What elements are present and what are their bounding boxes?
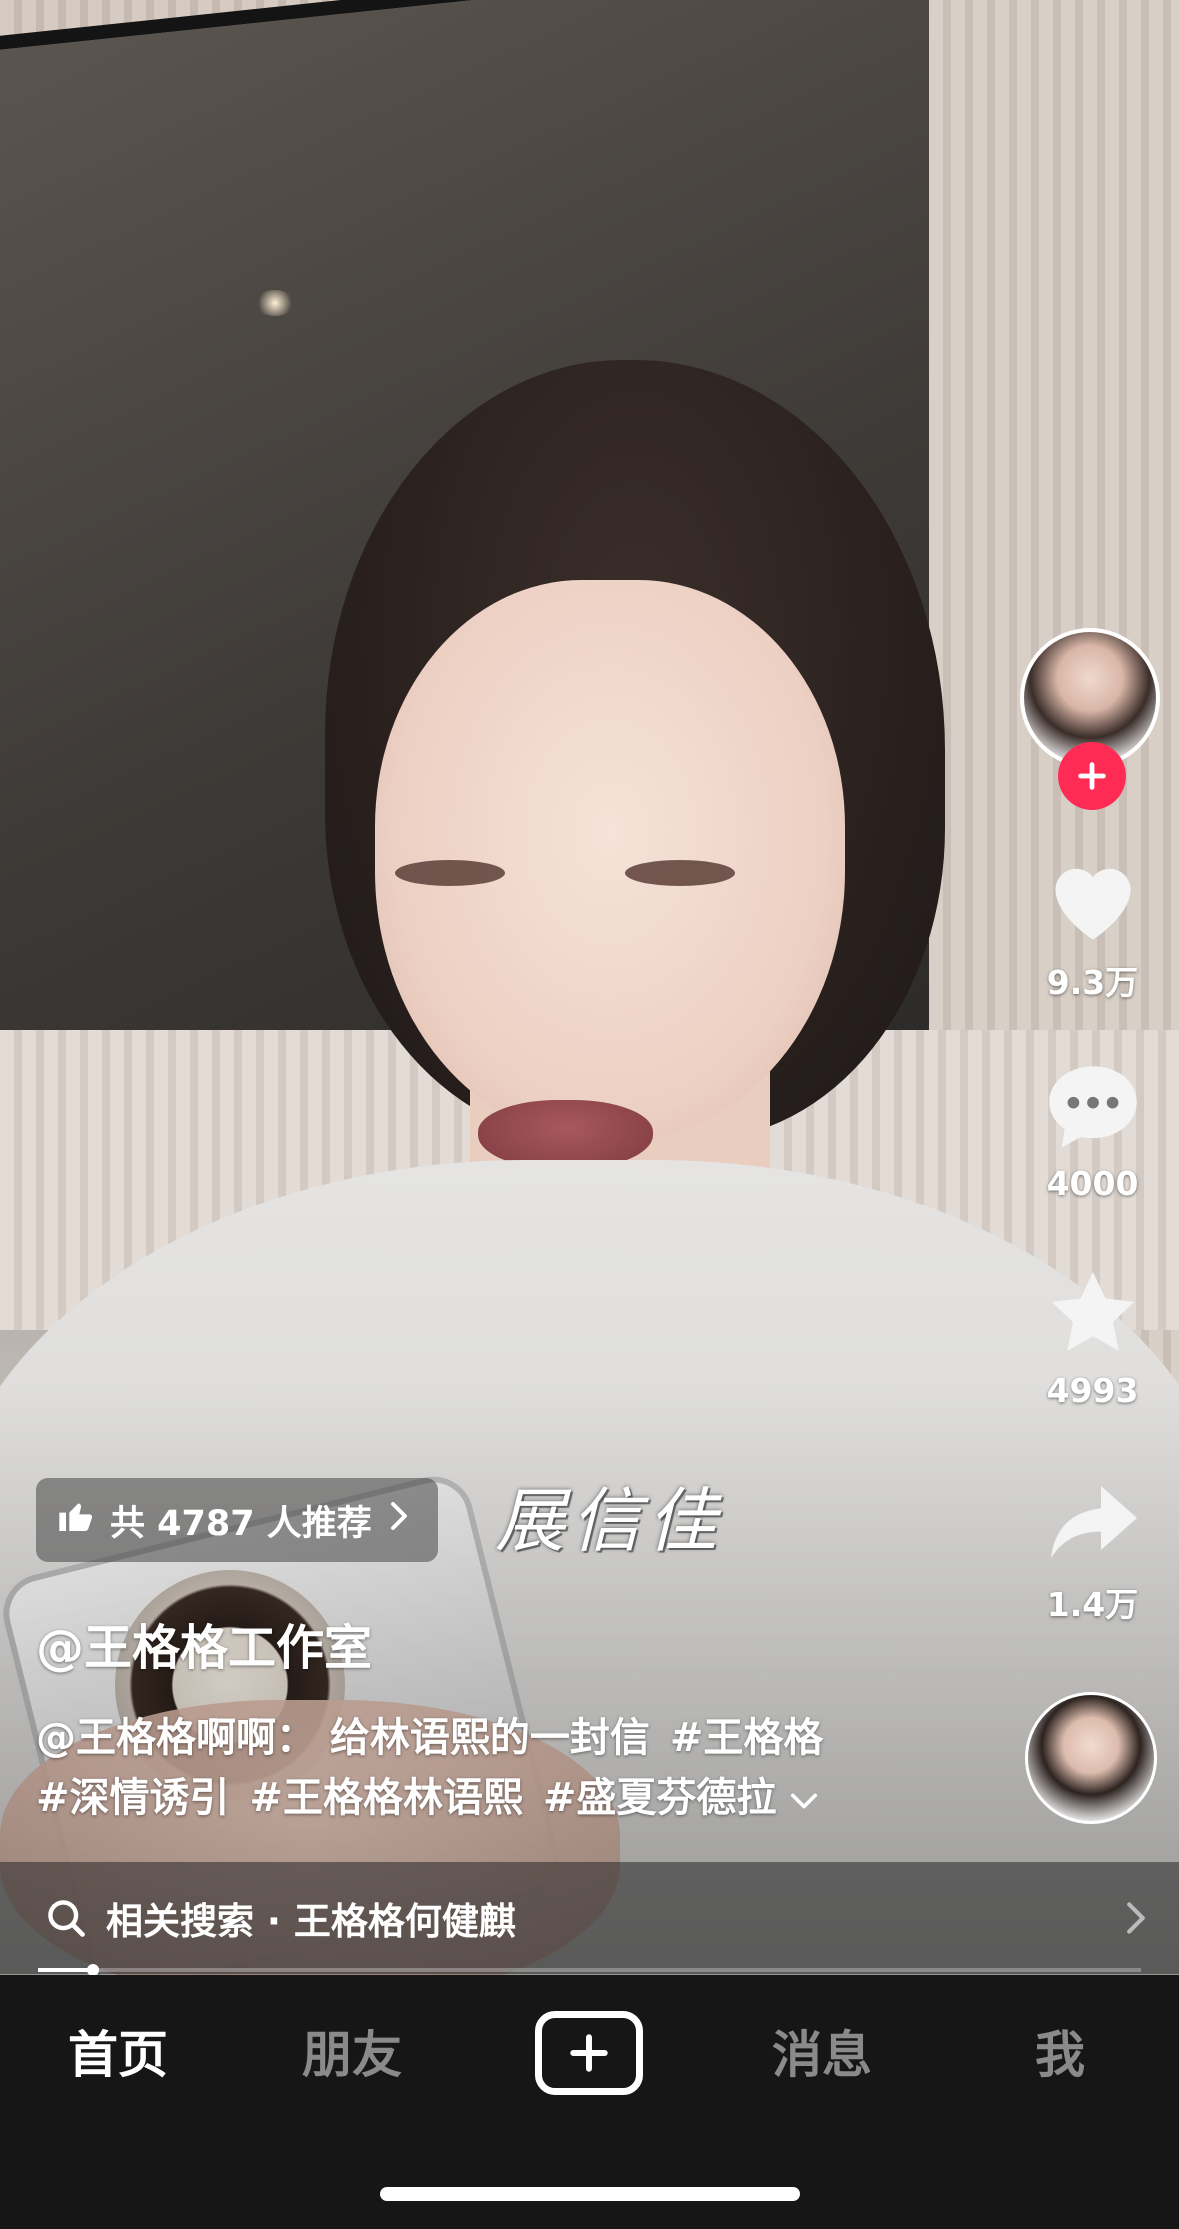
follow-button[interactable]: [1058, 742, 1126, 810]
comment-button[interactable]: 4000: [1030, 1060, 1155, 1203]
background-light: [255, 290, 295, 316]
video-progress-bar[interactable]: [38, 1964, 1141, 1976]
chevron-down-icon[interactable]: [790, 1775, 818, 1821]
hashtag[interactable]: #王格格: [670, 1715, 824, 1761]
post-caption[interactable]: @王格格啊啊： 给林语熙的一封信 #王格格 #深情诱引 #王格格林语熙 #盛夏芬…: [36, 1708, 896, 1828]
related-search-bar[interactable]: 相关搜索 · 王格格何健麒: [0, 1862, 1179, 1974]
search-icon: [44, 1896, 88, 1940]
tab-home[interactable]: 首页: [18, 1975, 218, 2135]
star-icon: [1051, 1272, 1134, 1351]
hashtag[interactable]: #王格格林语熙: [249, 1775, 523, 1821]
like-count: 9.3万: [1046, 963, 1139, 1002]
share-arrow-icon: [1050, 1486, 1137, 1558]
person-eye-left: [395, 860, 505, 886]
tab-friends[interactable]: 朋友: [252, 1975, 452, 2135]
author-name[interactable]: @王格格工作室: [36, 1608, 372, 1678]
chevron-right-icon: [386, 1500, 412, 1540]
plus-icon: [1078, 762, 1106, 790]
chevron-right-icon: [1125, 1901, 1147, 1935]
comment-icon: [1048, 1066, 1137, 1148]
share-count: 1.4万: [1046, 1585, 1139, 1624]
thumbs-up-icon: [56, 1496, 96, 1545]
progress-fill: [38, 1968, 94, 1972]
favorite-button[interactable]: 4993: [1030, 1265, 1155, 1410]
video-watermark-text: 展信佳: [495, 1480, 723, 1562]
hashtag[interactable]: #深情诱引: [36, 1775, 230, 1821]
share-button[interactable]: 1.4万: [1030, 1478, 1155, 1626]
video-player[interactable]: [0, 0, 1179, 1975]
related-search-label: 相关搜索 · 王格格何健麒: [106, 1900, 516, 1943]
person-eye-right: [625, 860, 735, 886]
caption-text: @王格格啊啊： 给林语熙的一封信: [36, 1715, 650, 1761]
hashtag[interactable]: #盛夏芬德拉: [543, 1775, 777, 1821]
favorite-count: 4993: [1046, 1371, 1139, 1410]
tab-messages[interactable]: 消息: [722, 1975, 922, 2135]
heart-icon: [1055, 868, 1130, 940]
recommend-pill[interactable]: 共 4787 人推荐: [36, 1478, 438, 1562]
music-disc[interactable]: [1025, 1692, 1157, 1824]
recommend-label: 共 4787 人推荐: [110, 1503, 372, 1544]
like-button[interactable]: 9.3万: [1030, 852, 1155, 1004]
bottom-tab-bar: 首页 朋友 消息 我: [0, 1975, 1179, 2229]
home-indicator: [380, 2187, 800, 2201]
comment-count: 4000: [1046, 1164, 1139, 1203]
tab-me[interactable]: 我: [960, 1975, 1160, 2135]
plus-icon: [570, 2034, 608, 2072]
create-button[interactable]: [535, 2011, 643, 2095]
